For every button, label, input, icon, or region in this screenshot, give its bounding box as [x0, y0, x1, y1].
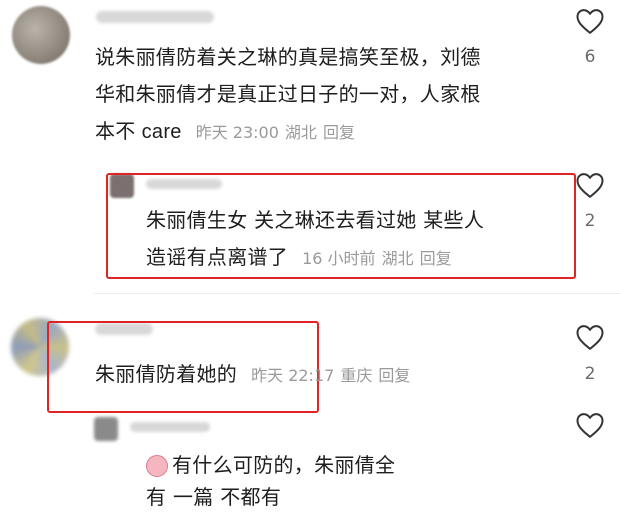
- comment-text-line: 朱丽倩生女 关之琳还去看过她 某些人: [146, 208, 485, 232]
- comment-text-line: 有 一篇 不都有: [146, 485, 282, 509]
- heart-outline-icon[interactable]: [575, 171, 605, 199]
- reply-button[interactable]: 回复: [420, 245, 452, 269]
- heart-outline-icon[interactable]: [575, 411, 605, 439]
- comment-time: 昨天 23:00: [195, 123, 279, 142]
- reply-button[interactable]: 回复: [323, 119, 355, 143]
- heart-outline-icon[interactable]: [575, 323, 605, 351]
- comment-text-line: 说朱丽倩防着关之琳的真是搞笑至极，刘德: [95, 45, 481, 69]
- comment-location: 重庆: [340, 366, 373, 385]
- comment-text-line: 造谣有点离谱了: [146, 245, 289, 269]
- reply-button[interactable]: 回复: [378, 362, 410, 386]
- comment-text-line: 有什么可防的，朱丽倩全: [172, 453, 396, 477]
- like-count: 2: [584, 211, 596, 231]
- comment-text-line: 本不: [95, 119, 136, 143]
- like-count: 2: [584, 364, 596, 384]
- like-count: 6: [584, 47, 596, 67]
- comment-location: 湖北: [381, 249, 414, 268]
- heart-outline-icon[interactable]: [575, 7, 605, 35]
- comment-time: 昨天 22:17: [251, 366, 335, 385]
- comment-location: 湖北: [284, 123, 317, 142]
- username-blurred[interactable]: [96, 11, 214, 23]
- comment-text-line: 朱丽倩防着她的: [95, 362, 238, 386]
- comment-time: 16 小时前: [302, 249, 376, 268]
- comment-text-inline: care: [141, 121, 182, 143]
- avatar[interactable]: [94, 417, 118, 441]
- username-blurred[interactable]: [130, 422, 210, 432]
- avatar[interactable]: [12, 6, 70, 64]
- face-emoji-icon: [146, 454, 168, 477]
- divider: [94, 293, 620, 294]
- comment-text-line: 华和朱丽倩才是真正过日子的一对，人家根: [95, 82, 481, 106]
